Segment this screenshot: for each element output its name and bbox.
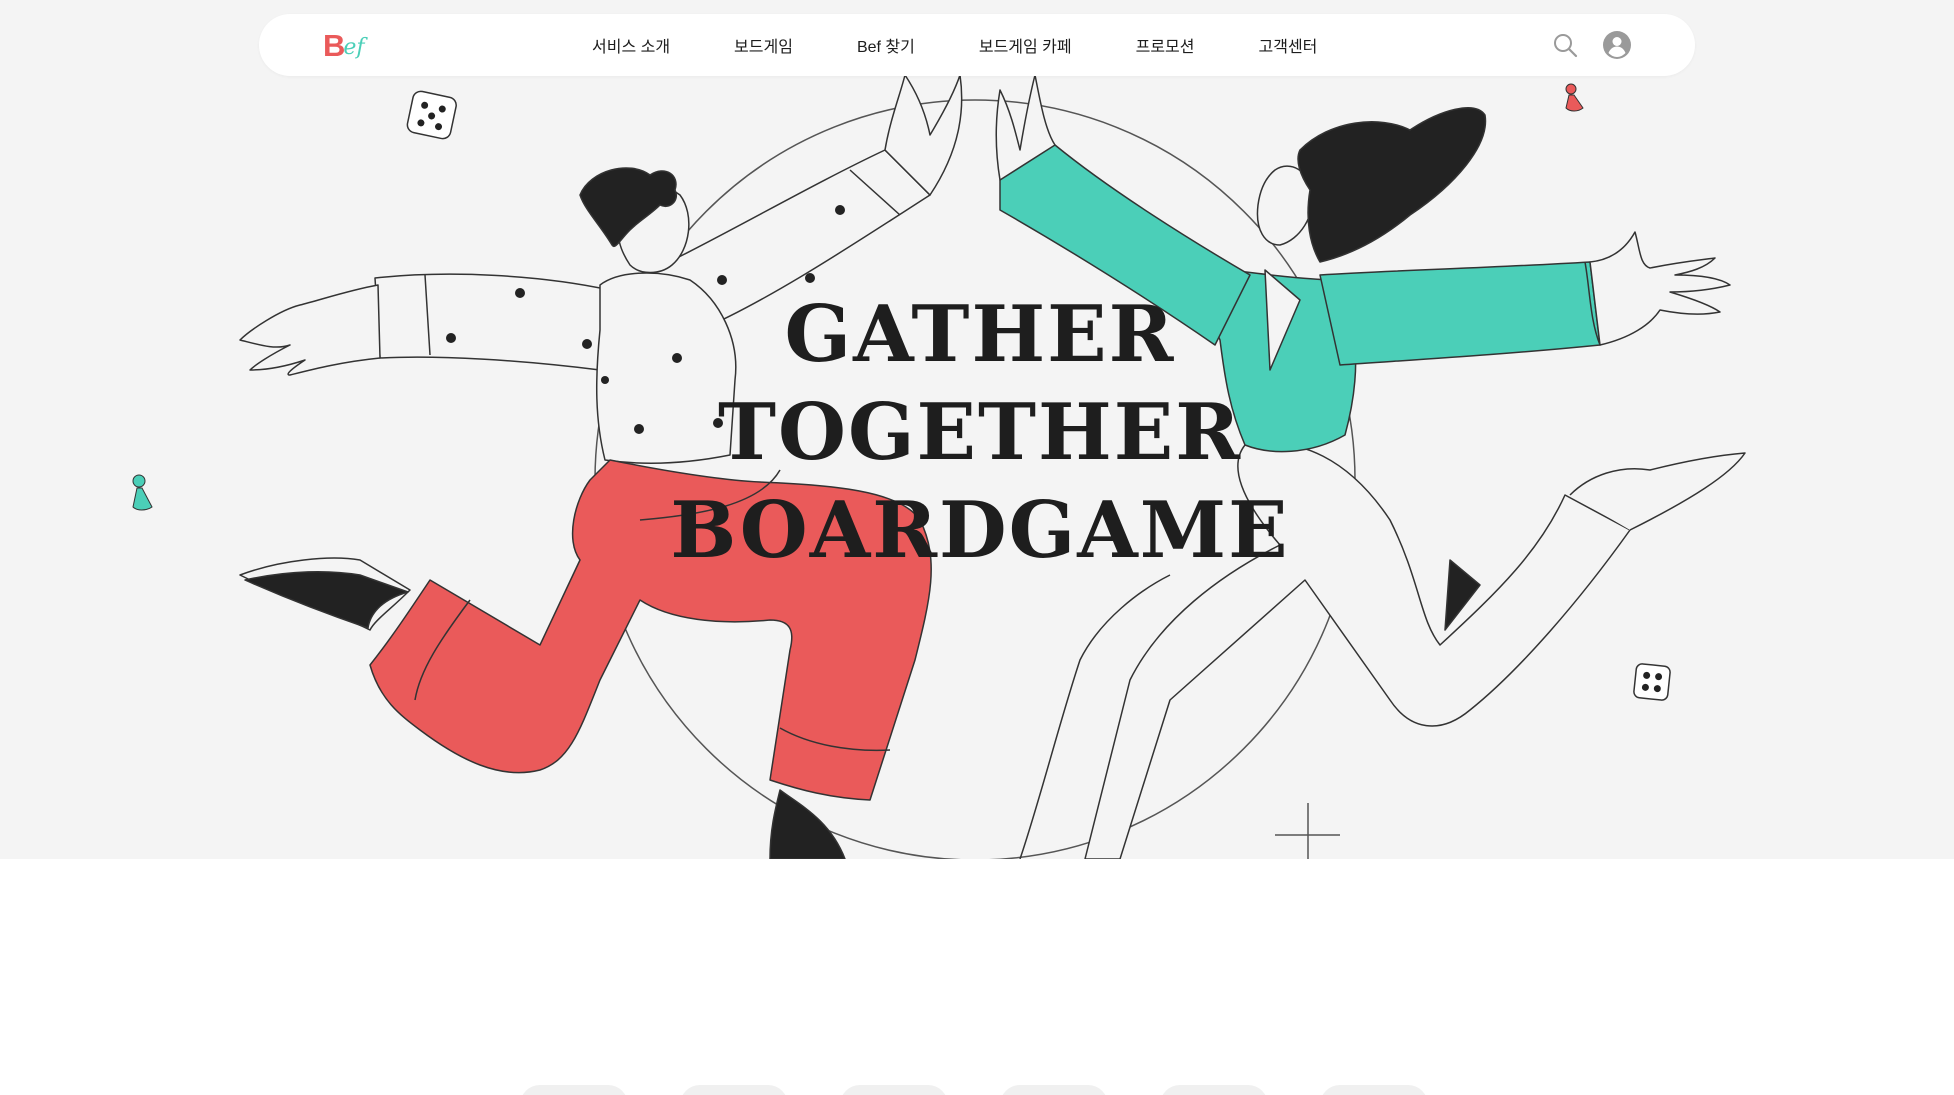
hero-title-line-1: GATHER <box>784 289 1176 380</box>
search-icon[interactable] <box>1551 31 1579 59</box>
logo-initial: B <box>323 27 346 63</box>
category-tab[interactable] <box>680 1085 788 1095</box>
nav-item-boardgame-cafe[interactable]: 보드게임 카페 <box>979 33 1072 57</box>
category-tab[interactable] <box>1320 1085 1428 1095</box>
hero-title-line-3: BOARDGAME <box>670 485 1290 576</box>
category-tab[interactable] <box>1160 1085 1268 1095</box>
hero-title: GATHER TOGETHER BOARDGAME <box>640 286 1320 580</box>
teal-pawn <box>132 474 153 511</box>
brand-logo[interactable]: B ef <box>323 28 367 62</box>
nav-item-customer-center[interactable]: 고객센터 <box>1259 33 1318 57</box>
dice-top-left <box>406 90 457 140</box>
category-tab[interactable] <box>1000 1085 1108 1095</box>
category-tabs-row <box>520 1085 1480 1095</box>
logo-suffix: ef <box>343 35 365 60</box>
user-avatar-icon[interactable] <box>1603 31 1631 59</box>
nav-item-promotion[interactable]: 프로모션 <box>1136 33 1195 57</box>
top-navbar: B ef 서비스 소개 보드게임 Bef 찾기 보드게임 카페 프로모션 고객센… <box>259 14 1695 76</box>
dice-bottom-right <box>1633 663 1671 701</box>
plus-mark <box>1275 803 1340 859</box>
red-pawn <box>1565 83 1584 112</box>
hero-banner: GATHER TOGETHER BOARDGAME <box>0 0 1954 859</box>
nav-item-boardgames[interactable]: 보드게임 <box>734 33 793 57</box>
category-tab[interactable] <box>520 1085 628 1095</box>
nav-item-find-bef[interactable]: Bef 찾기 <box>857 33 915 57</box>
nav-item-service-intro[interactable]: 서비스 소개 <box>592 33 670 57</box>
hero-title-line-2: TOGETHER <box>717 387 1243 478</box>
nav-icons <box>1551 31 1631 59</box>
category-tab[interactable] <box>840 1085 948 1095</box>
main-nav: 서비스 소개 보드게임 Bef 찾기 보드게임 카페 프로모션 고객센터 <box>592 14 1317 76</box>
